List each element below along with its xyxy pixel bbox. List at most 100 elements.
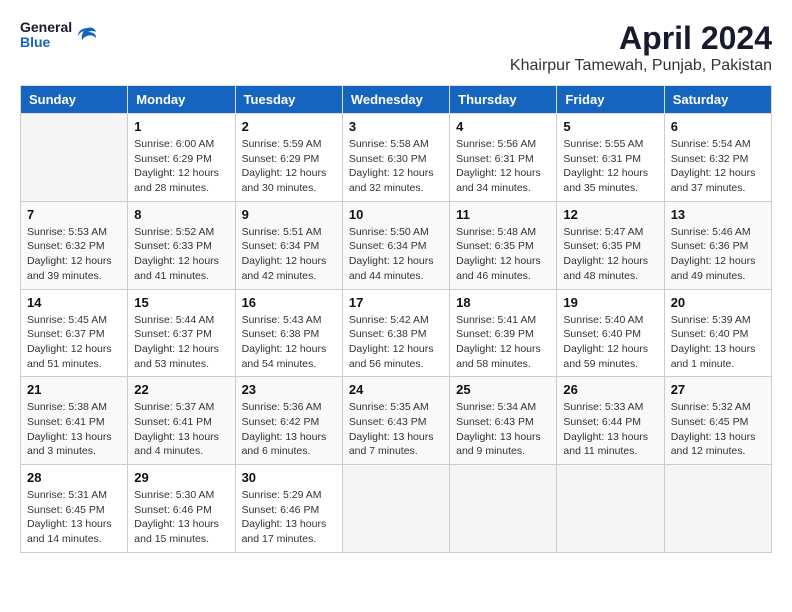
- calendar-cell: 12Sunrise: 5:47 AMSunset: 6:35 PMDayligh…: [557, 201, 664, 289]
- day-info: Sunrise: 6:00 AMSunset: 6:29 PMDaylight:…: [134, 137, 228, 196]
- day-number: 17: [349, 295, 443, 310]
- calendar-cell: 3Sunrise: 5:58 AMSunset: 6:30 PMDaylight…: [342, 114, 449, 202]
- day-info: Sunrise: 5:48 AMSunset: 6:35 PMDaylight:…: [456, 225, 550, 284]
- week-row-4: 21 Sunrise: 5:38 AMSunset: 6:41 PMDayligh…: [21, 377, 772, 465]
- day-info: Sunrise: 5:32 AMSunset: 6:45 PMDaylight:…: [671, 400, 765, 459]
- day-number: 22: [134, 382, 228, 397]
- day-info: Sunrise: 5:37 AMSunset: 6:41 PMDaylight:…: [134, 400, 228, 459]
- weekday-header-wednesday: Wednesday: [342, 86, 449, 114]
- week-row-1: 1Sunrise: 6:00 AMSunset: 6:29 PMDaylight…: [21, 114, 772, 202]
- calendar-cell: 25Sunrise: 5:34 AMSunset: 6:43 PMDayligh…: [450, 377, 557, 465]
- header: General Blue April 2024 Khairpur Tamewah…: [20, 20, 772, 75]
- calendar-cell: 8 Sunrise: 5:52 AMSunset: 6:33 PMDaylight…: [128, 201, 235, 289]
- calendar-cell: 7 Sunrise: 5:53 AMSunset: 6:32 PMDaylight…: [21, 201, 128, 289]
- day-number: 28: [27, 470, 121, 485]
- calendar-cell: 23 Sunrise: 5:36 AMSunset: 6:42 PMDayligh…: [235, 377, 342, 465]
- calendar-cell: 27 Sunrise: 5:32 AMSunset: 6:45 PMDayligh…: [664, 377, 771, 465]
- calendar-cell: 16Sunrise: 5:43 AMSunset: 6:38 PMDayligh…: [235, 289, 342, 377]
- calendar-cell: [557, 465, 664, 553]
- day-number: 18: [456, 295, 550, 310]
- calendar-cell: 15Sunrise: 5:44 AMSunset: 6:37 PMDayligh…: [128, 289, 235, 377]
- weekday-header-thursday: Thursday: [450, 86, 557, 114]
- day-info: Sunrise: 5:39 AMSunset: 6:40 PMDaylight:…: [671, 313, 765, 372]
- day-info: Sunrise: 5:30 AMSunset: 6:46 PMDaylight:…: [134, 488, 228, 547]
- logo-bird-icon: [76, 24, 98, 46]
- day-info: Sunrise: 5:47 AMSunset: 6:35 PMDaylight:…: [563, 225, 657, 284]
- day-info: Sunrise: 5:51 AMSunset: 6:34 PMDaylight:…: [242, 225, 336, 284]
- day-info: Sunrise: 5:50 AMSunset: 6:34 PMDaylight:…: [349, 225, 443, 284]
- day-info: Sunrise: 5:35 AMSunset: 6:43 PMDaylight:…: [349, 400, 443, 459]
- day-info: Sunrise: 5:33 AMSunset: 6:44 PMDaylight:…: [563, 400, 657, 459]
- calendar-cell: [450, 465, 557, 553]
- subtitle: Khairpur Tamewah, Punjab, Pakistan: [510, 57, 772, 75]
- week-row-3: 14 Sunrise: 5:45 AMSunset: 6:37 PMDayligh…: [21, 289, 772, 377]
- day-info: Sunrise: 5:55 AMSunset: 6:31 PMDaylight:…: [563, 137, 657, 196]
- logo: General Blue: [20, 20, 98, 51]
- calendar-cell: 13 Sunrise: 5:46 AMSunset: 6:36 PMDayligh…: [664, 201, 771, 289]
- weekday-header-saturday: Saturday: [664, 86, 771, 114]
- day-number: 2: [242, 119, 336, 134]
- calendar-cell: [664, 465, 771, 553]
- day-info: Sunrise: 5:46 AMSunset: 6:36 PMDaylight:…: [671, 225, 765, 284]
- calendar-cell: 17 Sunrise: 5:42 AMSunset: 6:38 PMDayligh…: [342, 289, 449, 377]
- weekday-header-row: SundayMondayTuesdayWednesdayThursdayFrid…: [21, 86, 772, 114]
- day-number: 29: [134, 470, 228, 485]
- calendar-cell: 20Sunrise: 5:39 AMSunset: 6:40 PMDayligh…: [664, 289, 771, 377]
- week-row-2: 7 Sunrise: 5:53 AMSunset: 6:32 PMDaylight…: [21, 201, 772, 289]
- day-number: 23: [242, 382, 336, 397]
- day-info: Sunrise: 5:38 AMSunset: 6:41 PMDaylight:…: [27, 400, 121, 459]
- calendar-cell: 22 Sunrise: 5:37 AMSunset: 6:41 PMDayligh…: [128, 377, 235, 465]
- day-number: 3: [349, 119, 443, 134]
- calendar-cell: 19Sunrise: 5:40 AMSunset: 6:40 PMDayligh…: [557, 289, 664, 377]
- title-area: April 2024 Khairpur Tamewah, Punjab, Pak…: [510, 20, 772, 75]
- day-number: 19: [563, 295, 657, 310]
- day-number: 14: [27, 295, 121, 310]
- calendar-cell: 11Sunrise: 5:48 AMSunset: 6:35 PMDayligh…: [450, 201, 557, 289]
- day-info: Sunrise: 5:42 AMSunset: 6:38 PMDaylight:…: [349, 313, 443, 372]
- day-number: 8: [134, 207, 228, 222]
- day-number: 4: [456, 119, 550, 134]
- calendar: SundayMondayTuesdayWednesdayThursdayFrid…: [20, 85, 772, 553]
- day-number: 25: [456, 382, 550, 397]
- calendar-cell: 21 Sunrise: 5:38 AMSunset: 6:41 PMDayligh…: [21, 377, 128, 465]
- day-number: 24: [349, 382, 443, 397]
- day-info: Sunrise: 5:59 AMSunset: 6:29 PMDaylight:…: [242, 137, 336, 196]
- calendar-cell: 14 Sunrise: 5:45 AMSunset: 6:37 PMDayligh…: [21, 289, 128, 377]
- day-info: Sunrise: 5:45 AMSunset: 6:37 PMDaylight:…: [27, 313, 121, 372]
- calendar-cell: 26 Sunrise: 5:33 AMSunset: 6:44 PMDayligh…: [557, 377, 664, 465]
- calendar-cell: 6 Sunrise: 5:54 AMSunset: 6:32 PMDaylight…: [664, 114, 771, 202]
- calendar-cell: 1Sunrise: 6:00 AMSunset: 6:29 PMDaylight…: [128, 114, 235, 202]
- calendar-cell: 2 Sunrise: 5:59 AMSunset: 6:29 PMDaylight…: [235, 114, 342, 202]
- calendar-cell: 24 Sunrise: 5:35 AMSunset: 6:43 PMDayligh…: [342, 377, 449, 465]
- calendar-cell: 10 Sunrise: 5:50 AMSunset: 6:34 PMDayligh…: [342, 201, 449, 289]
- day-number: 21: [27, 382, 121, 397]
- day-info: Sunrise: 5:54 AMSunset: 6:32 PMDaylight:…: [671, 137, 765, 196]
- weekday-header-tuesday: Tuesday: [235, 86, 342, 114]
- logo-line1: General: [20, 20, 72, 35]
- day-info: Sunrise: 5:56 AMSunset: 6:31 PMDaylight:…: [456, 137, 550, 196]
- day-number: 6: [671, 119, 765, 134]
- calendar-cell: 29 Sunrise: 5:30 AMSunset: 6:46 PMDayligh…: [128, 465, 235, 553]
- day-number: 10: [349, 207, 443, 222]
- day-info: Sunrise: 5:29 AMSunset: 6:46 PMDaylight:…: [242, 488, 336, 547]
- day-info: Sunrise: 5:53 AMSunset: 6:32 PMDaylight:…: [27, 225, 121, 284]
- day-info: Sunrise: 5:31 AMSunset: 6:45 PMDaylight:…: [27, 488, 121, 547]
- weekday-header-monday: Monday: [128, 86, 235, 114]
- day-number: 30: [242, 470, 336, 485]
- day-info: Sunrise: 5:52 AMSunset: 6:33 PMDaylight:…: [134, 225, 228, 284]
- day-number: 16: [242, 295, 336, 310]
- day-number: 26: [563, 382, 657, 397]
- calendar-cell: 5Sunrise: 5:55 AMSunset: 6:31 PMDaylight…: [557, 114, 664, 202]
- main-title: April 2024: [510, 20, 772, 57]
- day-info: Sunrise: 5:41 AMSunset: 6:39 PMDaylight:…: [456, 313, 550, 372]
- calendar-cell: 9 Sunrise: 5:51 AMSunset: 6:34 PMDaylight…: [235, 201, 342, 289]
- day-info: Sunrise: 5:44 AMSunset: 6:37 PMDaylight:…: [134, 313, 228, 372]
- calendar-cell: 30 Sunrise: 5:29 AMSunset: 6:46 PMDayligh…: [235, 465, 342, 553]
- day-number: 7: [27, 207, 121, 222]
- day-info: Sunrise: 5:36 AMSunset: 6:42 PMDaylight:…: [242, 400, 336, 459]
- weekday-header-friday: Friday: [557, 86, 664, 114]
- calendar-cell: 4 Sunrise: 5:56 AMSunset: 6:31 PMDaylight…: [450, 114, 557, 202]
- day-number: 13: [671, 207, 765, 222]
- day-number: 9: [242, 207, 336, 222]
- day-number: 27: [671, 382, 765, 397]
